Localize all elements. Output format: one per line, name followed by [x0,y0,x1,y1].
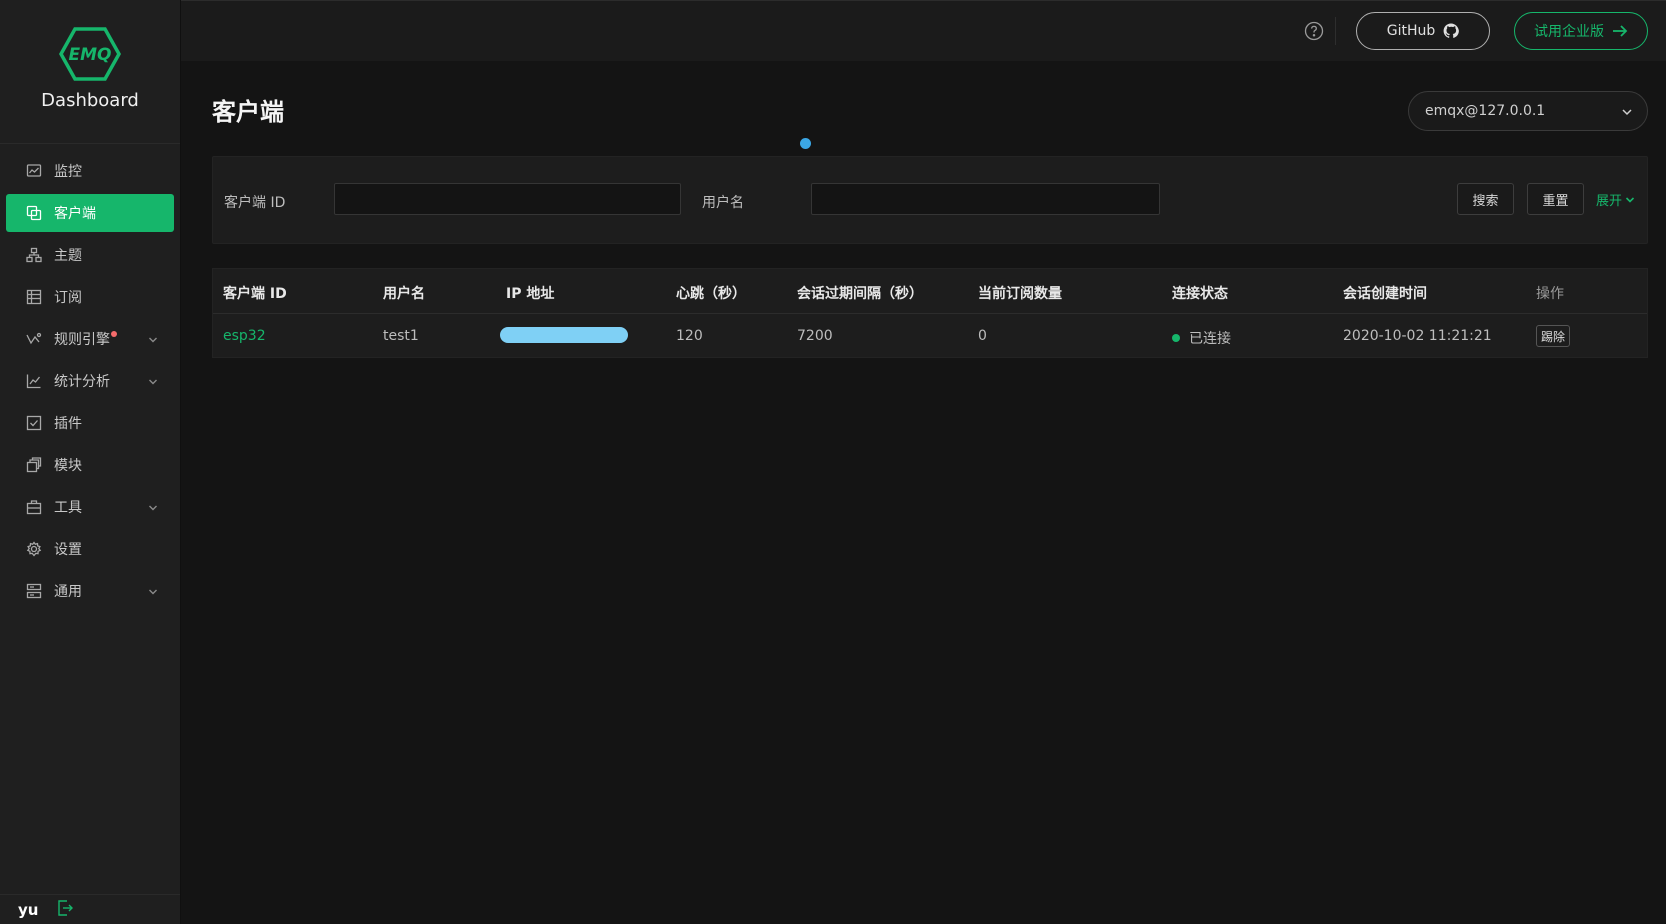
column-header: 用户名 [383,286,425,302]
created-at-cell: 2020-10-02 11:21:21 [1343,328,1492,344]
sidebar-item-clients[interactable]: 客户端 [6,194,174,232]
notification-dot [111,331,117,337]
sidebar-item-label: 工具 [54,500,82,516]
column-header: 心跳（秒） [676,286,746,302]
sidebar-item-settings[interactable]: 设置 [6,530,174,568]
reset-button[interactable]: 重置 [1527,183,1584,215]
node-select-value: emqx@127.0.0.1 [1425,103,1546,119]
column-header: 连接状态 [1172,286,1228,302]
table-header: 客户端 ID 用户名 IP 地址 心跳（秒） 会话过期间隔（秒） 当前订阅数量 … [213,269,1647,314]
column-header: 会话过期间隔（秒） [797,286,923,302]
chevron-down-icon [148,375,158,385]
logout-icon[interactable] [56,899,74,921]
logo-area: EMQ Dashboard [0,0,180,144]
sidebar-item-label: 设置 [54,542,82,558]
gear-icon [26,541,42,557]
app-root: EMQ Dashboard 监控 客户端 主题 订阅 规则引擎 统计分析 插件 … [0,0,1666,924]
column-header: IP 地址 [506,286,555,302]
chevron-down-icon [148,501,158,511]
sidebar-menu: 监控 客户端 主题 订阅 规则引擎 统计分析 插件 模块 工具 设置 通用 [0,144,180,610]
expand-label: 展开 [1595,194,1622,209]
sidebar-item-label: 统计分析 [54,374,110,390]
chevron-down-icon [1621,106,1633,122]
topbar: GitHub 试用企业版 [181,0,1666,61]
loading-indicator [800,138,811,149]
sidebar-item-label: 模块 [54,458,82,474]
chevron-down-icon [1625,196,1635,203]
status-text: 已连接 [1189,331,1231,347]
sidebar-item-label: 订阅 [54,290,82,306]
analytics-icon [26,373,42,389]
emq-logo-icon: EMQ [59,27,121,81]
topics-icon [26,247,42,263]
chevron-down-icon [148,585,158,595]
sidebar-footer: yu [0,894,180,924]
search-button[interactable]: 搜索 [1457,183,1514,215]
expand-filters-link[interactable]: 展开 [1596,190,1635,209]
clients-table: 客户端 ID 用户名 IP 地址 心跳（秒） 会话过期间隔（秒） 当前订阅数量 … [212,268,1648,358]
client-id-label: 客户端 ID [224,195,286,211]
trial-button-label: 试用企业版 [1534,24,1604,40]
chevron-down-icon [148,333,158,343]
sidebar-item-monitor[interactable]: 监控 [6,152,174,190]
sidebar-item-analytics[interactable]: 统计分析 [6,362,174,400]
sidebar-item-label: 监控 [54,164,82,180]
page-title: 客户端 [212,98,284,126]
column-header: 客户端 ID [223,286,287,302]
tools-icon [26,499,42,515]
sidebar-item-label: 通用 [54,584,82,600]
logo-text: EMQ [69,45,112,65]
modules-icon [26,457,42,473]
status-connected-dot [1172,334,1180,342]
subscriptions-cell: 0 [978,328,987,344]
rule-engine-icon [26,331,42,347]
github-button-label: GitHub [1386,23,1436,39]
arrow-right-icon [1613,25,1628,37]
sidebar-item-rule-engine[interactable]: 规则引擎 [6,320,174,358]
trial-enterprise-button[interactable]: 试用企业版 [1514,12,1648,50]
sidebar-item-label: 规则引擎 [54,332,110,348]
github-button[interactable]: GitHub [1356,12,1490,50]
app-title: Dashboard [41,90,139,111]
help-icon[interactable] [1304,21,1324,41]
table-row: esp32 test1 120 7200 0 已连接 2020-10-02 11… [213,314,1647,358]
plugins-icon [26,415,42,431]
monitor-icon [26,163,42,179]
clients-icon [26,205,42,221]
sidebar-item-modules[interactable]: 模块 [6,446,174,484]
expiry-cell: 7200 [797,328,833,344]
node-select[interactable]: emqx@127.0.0.1 [1408,91,1648,131]
github-icon [1443,23,1460,38]
subscriptions-icon [26,289,42,305]
sidebar-item-topics[interactable]: 主题 [6,236,174,274]
column-header: 会话创建时间 [1343,286,1427,302]
topbar-divider [1335,17,1336,45]
ip-address-redacted [500,327,628,343]
sidebar-item-subscriptions[interactable]: 订阅 [6,278,174,316]
sidebar: EMQ Dashboard 监控 客户端 主题 订阅 规则引擎 统计分析 插件 … [0,0,181,924]
username-cell: test1 [383,328,419,344]
sidebar-item-label: 主题 [54,248,82,264]
username-label: 用户名 [702,195,744,211]
username-input[interactable] [811,183,1160,215]
current-user: yu [18,900,39,919]
client-id-input[interactable] [334,183,681,215]
keepalive-cell: 120 [676,328,703,344]
column-header: 操作 [1536,286,1564,302]
sidebar-item-tools[interactable]: 工具 [6,488,174,526]
kick-button[interactable]: 踢除 [1536,325,1570,347]
sidebar-item-label: 客户端 [54,206,96,222]
filter-panel: 客户端 ID 用户名 搜索 重置 展开 [212,156,1648,244]
sidebar-item-plugins[interactable]: 插件 [6,404,174,442]
status-cell: 已连接 [1172,328,1231,348]
general-icon [26,583,42,599]
column-header: 当前订阅数量 [978,286,1062,302]
sidebar-item-general[interactable]: 通用 [6,572,174,610]
sidebar-item-label: 插件 [54,416,82,432]
client-id-link[interactable]: esp32 [223,328,266,344]
